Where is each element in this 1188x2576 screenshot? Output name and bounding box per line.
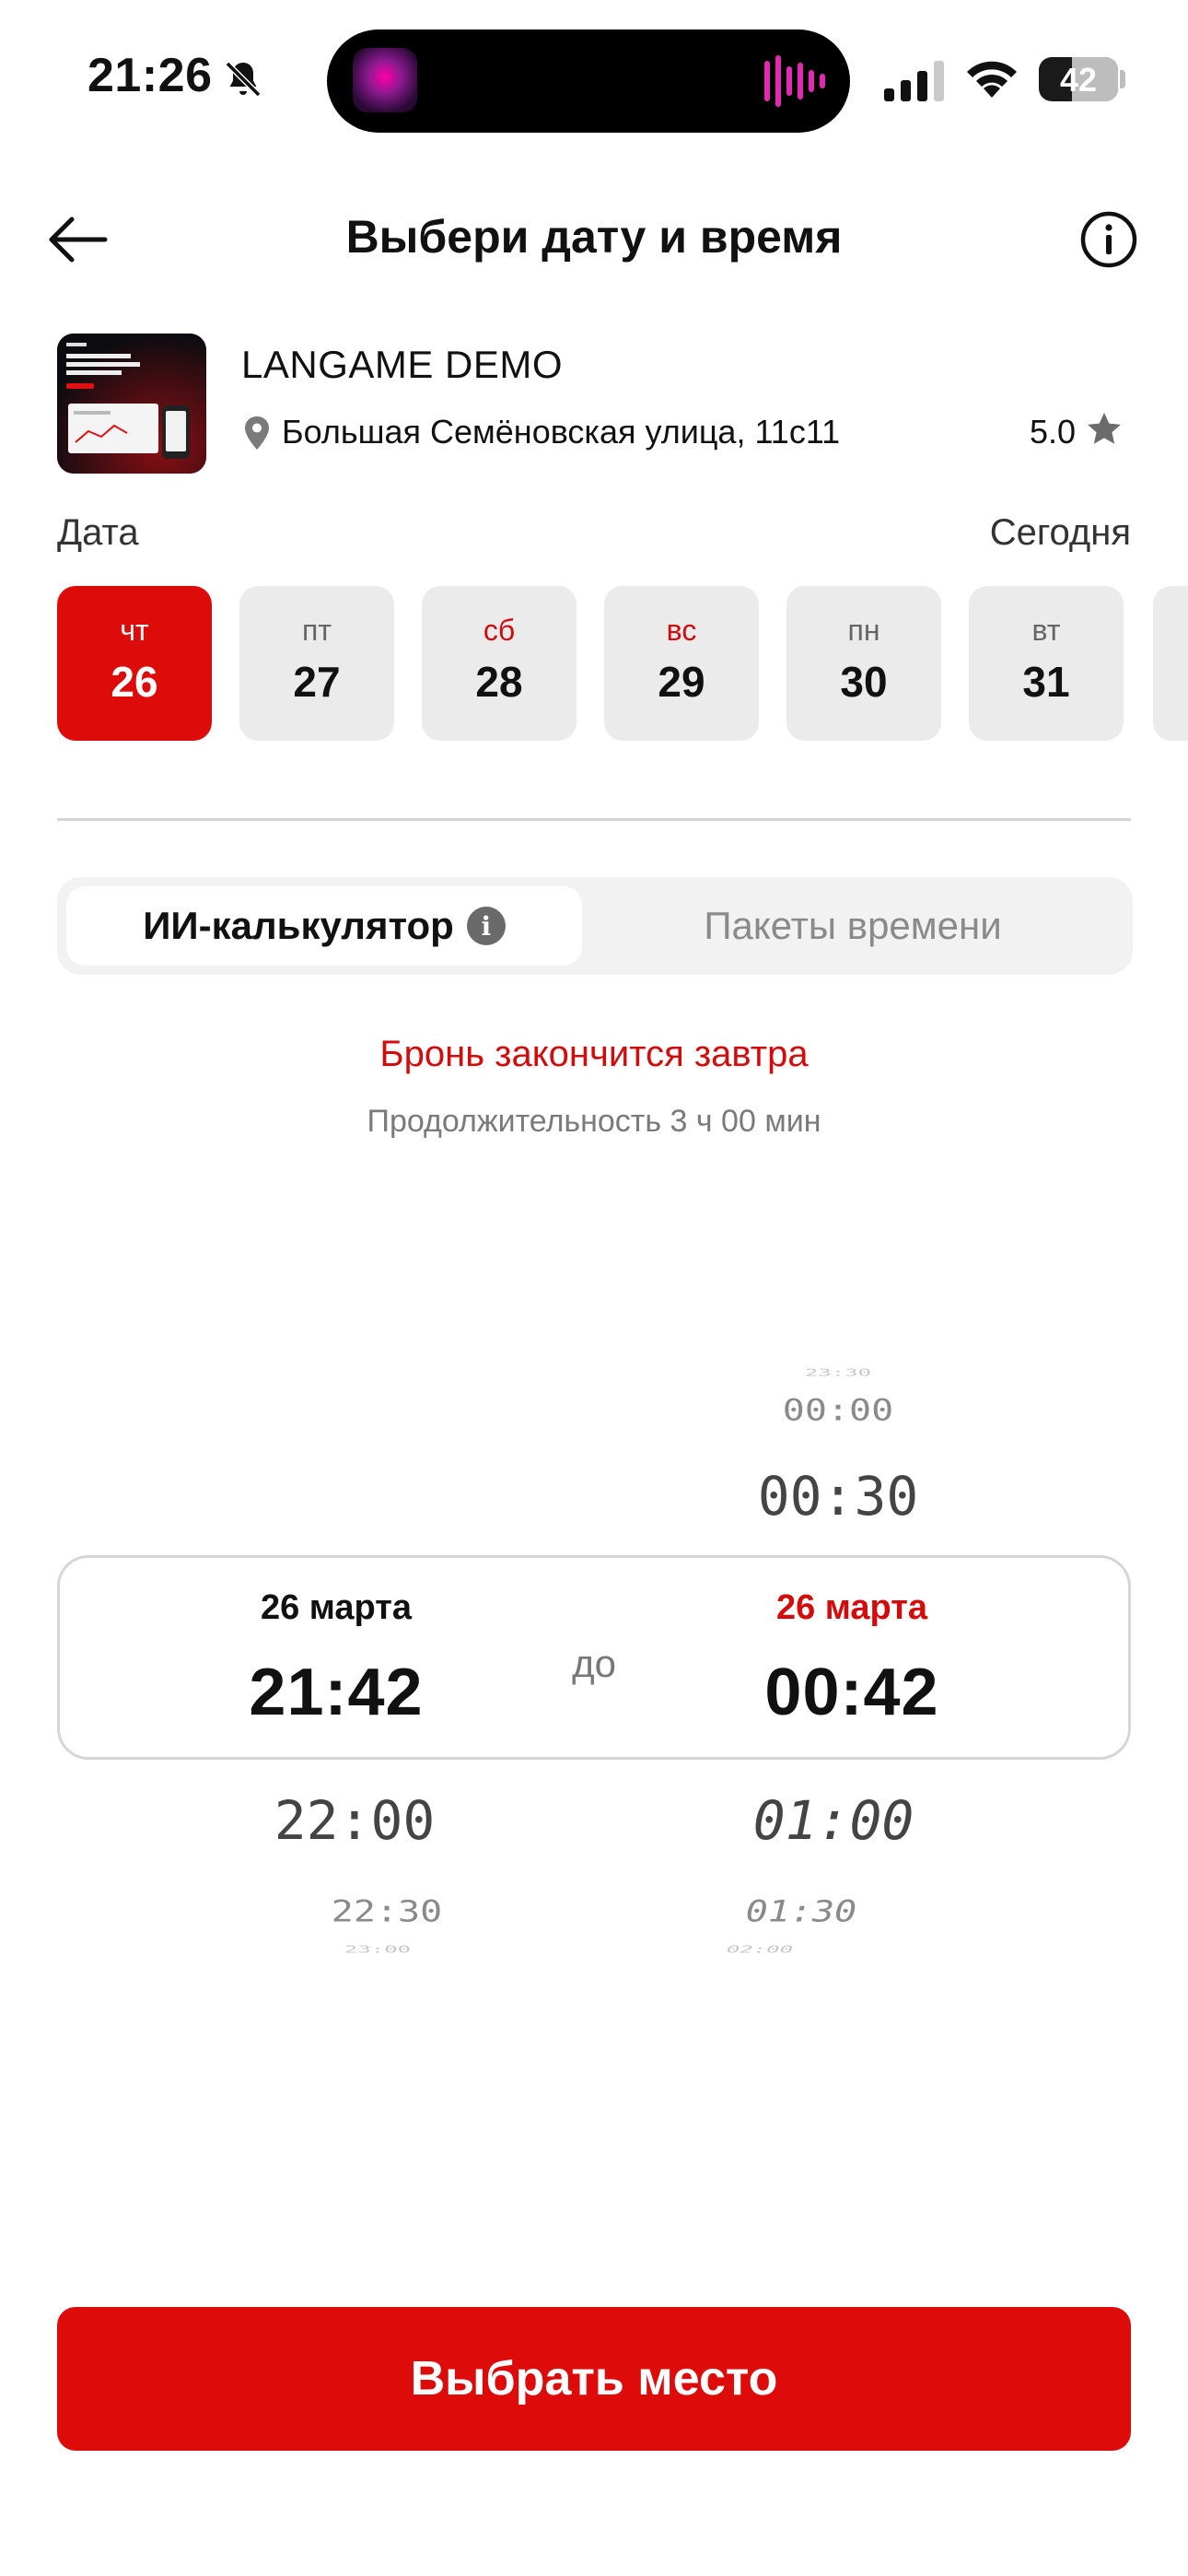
audio-waveform-icon — [764, 55, 825, 107]
start-time-option[interactable]: 22:00 — [207, 1789, 502, 1852]
end-time-option[interactable]: 23:30 — [691, 1367, 985, 1379]
day-chip-27[interactable]: пт 27 — [239, 586, 394, 741]
tab-time-packages[interactable]: Пакеты времени — [582, 886, 1124, 966]
day-number: 30 — [840, 658, 888, 706]
end-time-option[interactable]: 00:30 — [691, 1465, 985, 1528]
now-playing-artwork — [353, 48, 417, 112]
day-number: 27 — [293, 658, 341, 706]
choose-place-button[interactable]: Выбрать место — [57, 2307, 1131, 2451]
status-time: 21:26 — [87, 49, 213, 102]
day-of-week: пт — [302, 614, 332, 647]
start-date: 26 марта — [260, 1588, 413, 1627]
day-of-week: чт — [120, 614, 149, 647]
club-thumbnail-image — [57, 334, 206, 474]
location-pin-icon — [245, 416, 269, 450]
end-time-option[interactable]: 01:00 — [686, 1789, 981, 1852]
day-of-week: вт — [1031, 614, 1061, 647]
section-divider — [57, 818, 1131, 821]
end-time-option[interactable]: 01:30 — [654, 1895, 949, 1929]
club-rating: 5.0 — [1030, 413, 1077, 451]
day-chip-26[interactable]: чт 26 — [57, 586, 212, 741]
tab-ai-calculator[interactable]: ИИ-калькулятор i — [66, 886, 582, 966]
day-number: 31 — [1022, 658, 1070, 706]
club-thumbnail[interactable] — [57, 334, 206, 474]
club-name: LANGAME DEMO — [241, 343, 564, 386]
day-chip-next-peek[interactable] — [1153, 586, 1188, 741]
wifi-icon — [967, 61, 1017, 98]
day-number: 29 — [658, 658, 705, 706]
range-separator: до — [572, 1642, 616, 1685]
page-title: Выбери дату и время — [345, 211, 843, 263]
day-of-week: сб — [483, 614, 516, 647]
cellular-signal-icon — [884, 61, 944, 101]
end-date: 26 марта — [775, 1588, 928, 1627]
day-chip-30[interactable]: пн 30 — [786, 586, 941, 741]
start-time[interactable]: 21:42 — [198, 1655, 474, 1730]
bell-muted-icon — [225, 61, 262, 98]
tab-ai-calculator-label: ИИ-калькулятор — [143, 904, 454, 947]
end-time-option[interactable]: 02:00 — [612, 1944, 907, 1956]
today-label: Сегодня — [989, 512, 1131, 553]
day-number: 28 — [475, 658, 523, 706]
day-of-week: вс — [666, 614, 697, 647]
day-chip-31[interactable]: вт 31 — [969, 586, 1124, 741]
start-time-option[interactable]: 23:00 — [230, 1944, 525, 1956]
day-chip-28[interactable]: сб 28 — [422, 586, 577, 741]
day-number: 26 — [111, 658, 158, 706]
date-label: Дата — [57, 512, 139, 553]
battery-cap — [1120, 70, 1125, 88]
booking-duration: Продолжительность 3 ч 00 мин — [367, 1104, 821, 1139]
club-address: Большая Семёновская улица, 11с11 — [282, 413, 841, 451]
info-icon[interactable] — [1079, 210, 1138, 269]
start-time-option[interactable]: 22:30 — [239, 1895, 534, 1929]
end-time-option[interactable]: 00:00 — [691, 1394, 985, 1428]
star-icon — [1088, 413, 1121, 444]
end-time[interactable]: 00:42 — [714, 1655, 990, 1730]
day-of-week: пн — [847, 614, 880, 647]
day-chip-29[interactable]: вс 29 — [604, 586, 759, 741]
info-icon[interactable]: i — [466, 907, 506, 945]
battery-indicator: 42 — [1039, 57, 1118, 101]
booking-end-message: Бронь закончится завтра — [379, 1034, 809, 1074]
